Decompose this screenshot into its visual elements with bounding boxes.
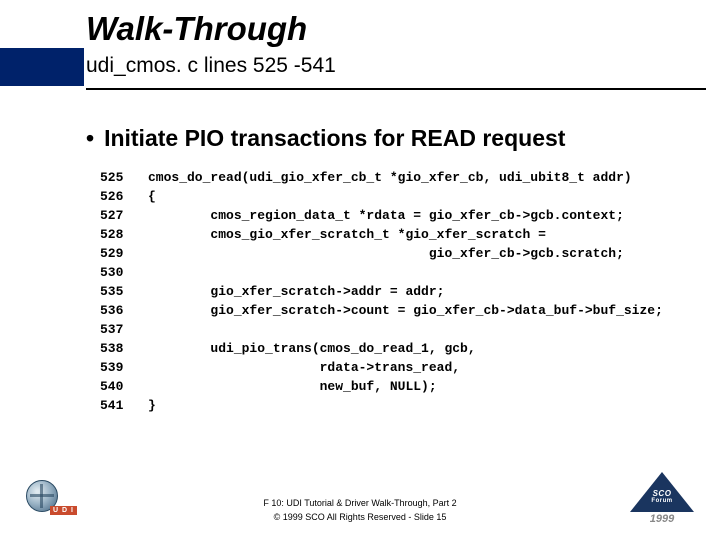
line-number: 536 xyxy=(100,301,148,320)
line-number: 538 xyxy=(100,339,148,358)
code-line: 541} xyxy=(100,396,663,415)
code-text: rdata->trans_read, xyxy=(148,358,460,377)
code-line: 529 gio_xfer_cb->gcb.scratch; xyxy=(100,244,663,263)
code-listing: 525cmos_do_read(udi_gio_xfer_cb_t *gio_x… xyxy=(100,168,663,415)
code-text: cmos_do_read(udi_gio_xfer_cb_t *gio_xfer… xyxy=(148,168,632,187)
code-line: 539 rdata->trans_read, xyxy=(100,358,663,377)
slide-title: Walk-Through xyxy=(86,10,700,48)
code-text: cmos_gio_xfer_scratch_t *gio_xfer_scratc… xyxy=(148,225,546,244)
line-number: 525 xyxy=(100,168,148,187)
line-number: 529 xyxy=(100,244,148,263)
code-line: 528 cmos_gio_xfer_scratch_t *gio_xfer_sc… xyxy=(100,225,663,244)
code-text: udi_pio_trans(cmos_do_read_1, gcb, xyxy=(148,339,476,358)
code-text: new_buf, NULL); xyxy=(148,377,437,396)
code-line: 526{ xyxy=(100,187,663,206)
code-text: { xyxy=(148,187,156,206)
code-text: gio_xfer_scratch->count = gio_xfer_cb->d… xyxy=(148,301,663,320)
title-area: Walk-Through udi_cmos. c lines 525 -541 xyxy=(86,10,700,78)
line-number: 527 xyxy=(100,206,148,225)
footer-line-2: © 1999 SCO All Rights Reserved - Slide 1… xyxy=(0,510,720,524)
line-number: 541 xyxy=(100,396,148,415)
code-text: } xyxy=(148,396,156,415)
bullet-heading: • Initiate PIO transactions for READ requ… xyxy=(86,125,700,152)
line-number: 535 xyxy=(100,282,148,301)
code-text: gio_xfer_cb->gcb.scratch; xyxy=(148,244,624,263)
bullet-text: Initiate PIO transactions for READ reque… xyxy=(104,125,565,151)
code-line: 536 gio_xfer_scratch->count = gio_xfer_c… xyxy=(100,301,663,320)
line-number: 528 xyxy=(100,225,148,244)
code-line: 525cmos_do_read(udi_gio_xfer_cb_t *gio_x… xyxy=(100,168,663,187)
line-number: 526 xyxy=(100,187,148,206)
line-number: 530 xyxy=(100,263,148,282)
code-text: cmos_region_data_t *rdata = gio_xfer_cb-… xyxy=(148,206,624,225)
line-number: 539 xyxy=(100,358,148,377)
slide-footer: F 10: UDI Tutorial & Driver Walk-Through… xyxy=(0,496,720,524)
code-line: 535 gio_xfer_scratch->addr = addr; xyxy=(100,282,663,301)
code-line: 540 new_buf, NULL); xyxy=(100,377,663,396)
code-text: gio_xfer_scratch->addr = addr; xyxy=(148,282,444,301)
line-number: 540 xyxy=(100,377,148,396)
bullet-icon: • xyxy=(86,125,94,152)
code-line: 538 udi_pio_trans(cmos_do_read_1, gcb, xyxy=(100,339,663,358)
line-number: 537 xyxy=(100,320,148,339)
header-accent-band xyxy=(0,48,84,86)
slide-subtitle: udi_cmos. c lines 525 -541 xyxy=(86,54,700,78)
code-line: 537 xyxy=(100,320,663,339)
title-underline xyxy=(86,88,706,90)
code-line: 527 cmos_region_data_t *rdata = gio_xfer… xyxy=(100,206,663,225)
code-line: 530 xyxy=(100,263,663,282)
footer-line-1: F 10: UDI Tutorial & Driver Walk-Through… xyxy=(0,496,720,510)
